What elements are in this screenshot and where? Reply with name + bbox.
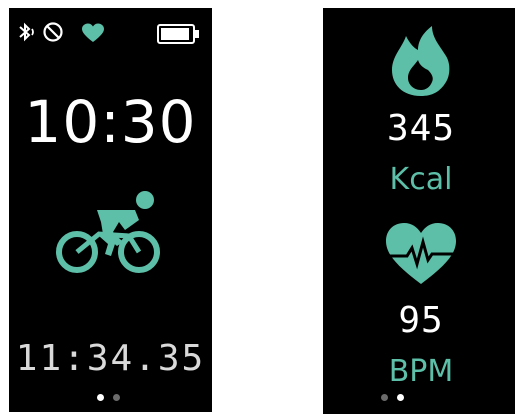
calories-value: 345 (386, 108, 456, 149)
current-time: 10:30 (24, 88, 197, 156)
calories-unit: Kcal (389, 162, 453, 197)
battery-icon (157, 24, 199, 44)
heart-icon (82, 23, 104, 42)
watch-screen-metrics[interactable]: 345 Kcal 95 BPM (323, 8, 515, 414)
status-bar (9, 8, 212, 60)
cycling-icon (56, 191, 160, 273)
page-dot-inactive (113, 394, 120, 401)
bluetooth-icon (19, 22, 34, 42)
page-dot-active (97, 394, 104, 401)
watch-screen-time[interactable]: 10:30 11:34.35 (9, 8, 212, 412)
page-dot-inactive (381, 394, 388, 401)
flame-icon (392, 26, 450, 96)
heart-rate-unit: BPM (388, 354, 454, 389)
page-dot-active (397, 394, 404, 401)
heart-rate-icon (386, 223, 456, 284)
do-not-disturb-icon (43, 22, 63, 42)
heart-rate-value: 95 (398, 300, 444, 341)
elapsed-time: 11:34.35 (15, 338, 206, 379)
